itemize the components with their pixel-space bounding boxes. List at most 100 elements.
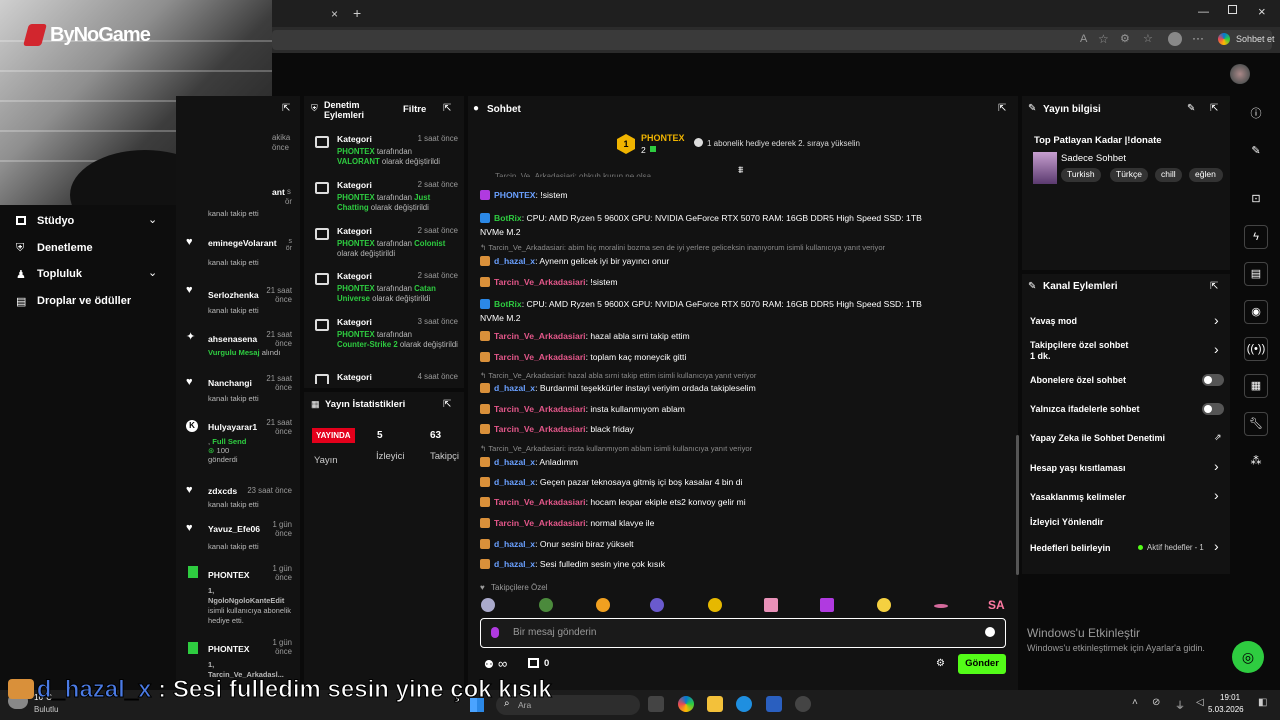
chevron-right-icon[interactable]: › [1214,538,1219,554]
emote-icon[interactable] [820,598,834,612]
store-icon[interactable] [528,658,539,668]
chat-username[interactable]: Tarcin_Ve_Arkadasiari [494,331,586,341]
stream-tag[interactable]: eğlen [1189,168,1223,182]
favorite-star-icon[interactable]: ☆ [1098,32,1109,46]
file-explorer-icon[interactable] [707,696,723,712]
minimize-icon[interactable]: — [1198,6,1209,18]
popout-icon[interactable]: ⇱ [443,399,451,410]
popout-icon[interactable]: ⇱ [1210,103,1218,114]
event-user[interactable]: eminegeVolarant [208,238,277,248]
edge-browser-icon[interactable] [736,696,752,712]
raid-option[interactable]: İzleyici Yönlendir [1030,517,1103,527]
moderation-actor[interactable]: PHONTEX [337,284,375,293]
chat-username[interactable]: d_hazal_x [494,256,535,266]
filter-button[interactable]: Filtre [403,104,426,115]
emote-only-option[interactable]: Yalnızca ifadelerle sohbet [1030,404,1140,414]
pin-icon[interactable]: ⩩ [738,165,743,176]
copilot-icon[interactable] [1218,33,1230,45]
sidebar-item-community[interactable]: ♟ Topluluk ⌄ [14,266,174,284]
notifications-icon[interactable]: ◧ [1258,697,1267,708]
chat-username[interactable]: Tarcin_Ve_Arkadasiari [494,352,586,362]
emote-icon[interactable] [764,598,778,612]
event-user[interactable]: ahsenasena [208,334,257,344]
sidebar-item-drops[interactable]: ▤ Droplar ve ödüller [14,293,174,311]
chat-username[interactable]: PHONTEX [494,190,536,200]
banned-words-option[interactable]: Yasaklanmış kelimeler [1030,492,1126,502]
extensions-icon[interactable]: ⚙ [1120,32,1130,45]
event-user[interactable]: Nanchangi [208,378,252,388]
help-chat-button[interactable]: ◎ [1232,641,1264,673]
speaker-icon[interactable]: ◁ [1196,697,1204,708]
network-icon[interactable]: ⊘ [1152,697,1160,708]
top-gifter-name[interactable]: PHONTEX [641,133,685,143]
chat-username[interactable]: BotRix [494,213,522,223]
chat-username[interactable]: Tarcin_Ve_Arkadasiari [494,424,586,434]
event-user[interactable]: Serlozhenka [208,290,259,300]
emote-icon[interactable] [481,598,495,612]
slow-mode-option[interactable]: Yavaş mod [1030,316,1077,326]
account-age-option[interactable]: Hesap yaşı kısıtlaması [1030,463,1126,473]
emote-icon[interactable] [877,598,891,612]
tab-close-button[interactable]: × [331,7,338,21]
chat-scrollbar[interactable] [1016,435,1019,575]
emote-text[interactable]: SA [988,598,1005,612]
subscribers-only-option[interactable]: Abonelere özel sohbet [1030,375,1126,385]
chevron-right-icon[interactable]: › [1214,341,1219,357]
chat-username[interactable]: Tarcin_Ve_Arkadasiari [494,404,586,414]
stream-tag[interactable]: chill [1155,168,1182,182]
copilot-label[interactable]: Sohbet et [1236,34,1275,44]
moderation-actor[interactable]: PHONTEX [337,147,375,156]
chevron-right-icon[interactable]: › [1214,312,1219,328]
chevron-right-icon[interactable]: › [1214,458,1219,474]
emoji-icon[interactable] [985,627,995,637]
followers-only-option[interactable]: Takipçilere özel sohbet [1030,340,1128,350]
chat-input[interactable]: Bir mesaj gönderin [480,618,1006,648]
chat-username[interactable]: d_hazal_x [494,539,535,549]
sidebar-item-studio[interactable]: Stüdyo ⌄ [14,213,174,231]
favorites-icon[interactable]: ☆ [1143,32,1153,45]
document-icon[interactable]: ▤ [1244,262,1268,286]
ai-moderation-option[interactable]: Yapay Zeka ile Sohbet Denetimi [1030,433,1165,443]
lightning-icon[interactable]: ϟ [1244,225,1268,249]
maximize-icon[interactable] [1228,5,1237,14]
subscribers-only-toggle[interactable] [1202,374,1224,386]
chat-username[interactable]: d_hazal_x [494,477,535,487]
microphone-tray-icon[interactable]: ⏚ [1175,697,1185,712]
popout-icon[interactable]: ⇱ [998,103,1006,114]
popout-icon[interactable]: ⇱ [443,103,451,114]
tray-chevron-icon[interactable]: ˄ [1132,697,1138,708]
chat-username[interactable]: d_hazal_x [494,383,535,393]
emote-icon[interactable] [650,598,664,612]
emote-icon[interactable] [596,598,610,612]
profile-avatar[interactable] [1168,32,1182,46]
apps-icon[interactable]: ⁂ [1244,449,1268,473]
popout-icon[interactable]: ⇱ [1210,281,1218,292]
new-tab-button[interactable]: + [353,5,361,21]
event-user[interactable]: Yavuz_Efe06 [208,524,260,534]
users-icon[interactable]: ⚉ [484,658,494,671]
task-view-icon[interactable] [648,696,664,712]
read-aloud-icon[interactable]: A [1080,33,1087,45]
event-user[interactable]: Hulyayarar1 [208,422,257,432]
info-icon[interactable]: ⓘ [1244,102,1268,126]
chat-settings-gear-icon[interactable]: ⚙ [936,658,945,669]
chat-username[interactable]: Tarcin_Ve_Arkadasiari [494,518,586,528]
edit-stream-icon[interactable]: ✎ [1187,103,1195,114]
pencil-icon[interactable]: ✎ [1244,139,1268,163]
emote-only-toggle[interactable] [1202,403,1224,415]
popout-icon[interactable]: ⇱ [282,103,290,114]
sidebar-item-moderation[interactable]: ⛨ Denetleme [14,240,174,258]
more-menu-icon[interactable]: ··· [1192,31,1204,45]
microphone-icon[interactable] [491,627,499,638]
emote-icon[interactable] [708,598,722,612]
stream-tag[interactable]: Turkish [1061,168,1101,182]
capture-icon[interactable]: ⊡ [1244,187,1268,211]
user-avatar[interactable] [1230,64,1250,84]
store-taskbar-icon[interactable] [766,696,782,712]
chat-username[interactable]: d_hazal_x [494,559,535,569]
category-thumbnail[interactable] [1033,152,1057,184]
moderation-actor[interactable]: PHONTEX [337,330,375,339]
chat-username[interactable]: BotRix [494,299,522,309]
app-taskbar-icon[interactable] [795,696,811,712]
chat-username[interactable]: d_hazal_x [494,457,535,467]
